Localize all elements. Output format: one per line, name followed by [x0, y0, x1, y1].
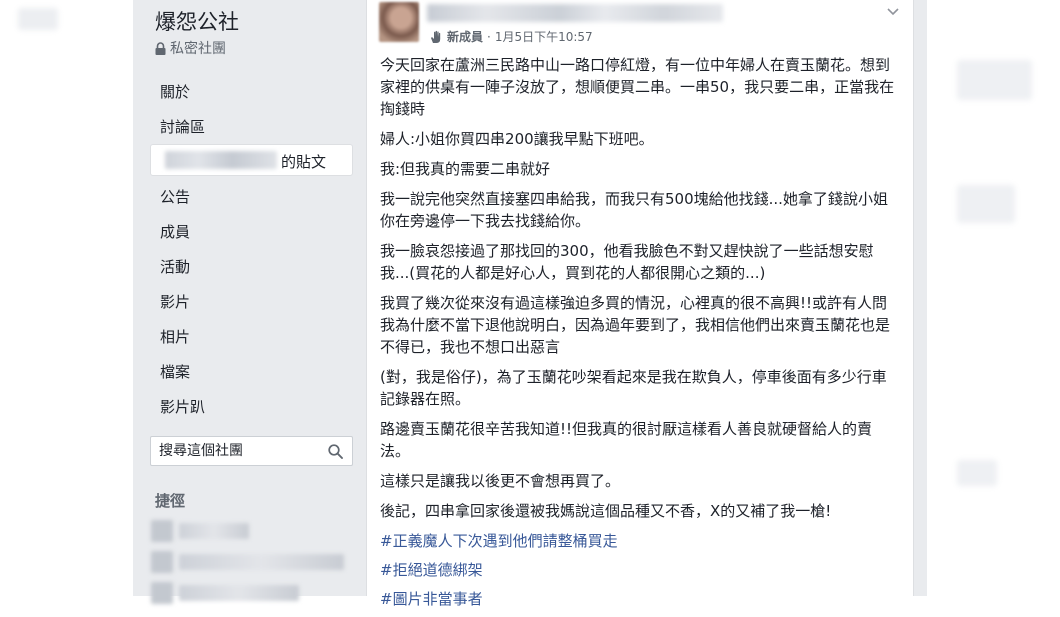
hashtag-link[interactable]: #正義魔人下次遇到他們請整桶買走: [380, 530, 900, 552]
wave-hand-icon: [431, 30, 441, 43]
sidebar-item-member-posts[interactable]: 的貼文: [150, 144, 353, 176]
sidebar-item-photos[interactable]: 相片: [160, 326, 190, 347]
blurred-member-name: [165, 151, 277, 169]
blurred-author-name[interactable]: [427, 4, 723, 22]
search-icon[interactable]: [328, 444, 343, 459]
post-paragraph: 後記，四串拿回家後還被我媽說這個品種又不香，X的又補了我一槍!: [380, 502, 832, 520]
sidebar-item-announcements[interactable]: 公告: [160, 186, 190, 207]
group-type-label: 私密社團: [170, 41, 226, 57]
post-paragraph: 今天回家在蘆洲三民路中山一路口停紅燈，有一位中年婦人在賣玉蘭花。想到家裡的供桌有…: [380, 56, 895, 118]
sidebar-item-events[interactable]: 活動: [160, 256, 190, 277]
post-paragraph: 我:但我真的需要二串就好: [380, 160, 551, 178]
post-timestamp[interactable]: 1月5日下午10:57: [495, 28, 593, 45]
blurred-shortcut-name: [179, 554, 344, 570]
sidebar-item-discussion[interactable]: 討論區: [160, 116, 205, 137]
post-paragraph: 婦人:小姐你買四串200讓我早點下班吧。: [380, 130, 654, 148]
blurred-shape: [18, 8, 58, 30]
post-paragraph: 我一說完他突然直接塞四串給我，而我只有500塊給他找錢...她拿了錢說小姐你在旁…: [380, 190, 888, 230]
blurred-shape: [957, 460, 997, 486]
blurred-shape: [957, 60, 1032, 100]
post-body: 今天回家在蘆洲三民路中山一路口停紅燈，有一位中年婦人在賣玉蘭花。想到家裡的供桌有…: [380, 54, 900, 617]
shortcut-avatar: [151, 551, 173, 573]
hashtag-link[interactable]: #拒絕道德綁架: [380, 559, 900, 581]
sidebar-item-videos[interactable]: 影片: [160, 291, 190, 312]
chevron-down-icon[interactable]: [887, 8, 899, 16]
group-privacy: 私密社團: [155, 38, 226, 58]
group-search: [150, 436, 353, 466]
post-paragraph: 這樣只是讓我以後更不會想再買了。: [380, 472, 621, 490]
hashtag-link[interactable]: #圖片非當事者: [380, 588, 900, 610]
separator-dot: ·: [487, 29, 491, 44]
sidebar-item-files[interactable]: 檔案: [160, 361, 190, 382]
post-paragraph: 路邊賣玉蘭花很辛苦我知道!!但我真的很討厭這樣看人善良就硬督給人的賣法。: [380, 420, 873, 460]
sidebar-item-watch-party[interactable]: 影片趴: [160, 396, 205, 417]
sidebar-item-label: 的貼文: [281, 153, 327, 171]
group-sidebar: 爆怨公社 私密社團 關於 討論區 的貼文 公告 成員 活動 影片 相片 檔案 影…: [133, 0, 366, 604]
blurred-shape: [957, 185, 1015, 223]
blurred-shortcut-name: [179, 585, 299, 601]
new-member-badge: 新成員: [447, 30, 484, 44]
post-paragraph: (對，我是俗仔)，為了玉蘭花吵架看起來是我在欺負人，停車後面有多少行車記錄器在照…: [380, 368, 887, 408]
group-name[interactable]: 爆怨公社: [155, 6, 239, 36]
shortcuts-heading: 捷徑: [155, 492, 186, 510]
post-meta: 新成員 · 1月5日下午10:57: [429, 28, 593, 45]
shortcut-avatar: [151, 520, 173, 542]
sidebar-item-members[interactable]: 成員: [160, 221, 190, 242]
shortcut-avatar: [151, 582, 173, 604]
lock-icon: [155, 41, 166, 55]
post-paragraph: 我買了幾次從來沒有過這樣強迫多買的情況，心裡真的很不高興!!或許有人問我為什麼不…: [380, 294, 891, 356]
group-search-input[interactable]: [159, 442, 319, 460]
post-card: 新成員 · 1月5日下午10:57 今天回家在蘆洲三民路中山一路口停紅燈，有一位…: [366, 0, 914, 608]
author-avatar[interactable]: [379, 2, 419, 42]
sidebar-item-about[interactable]: 關於: [160, 81, 190, 102]
right-blurred-background: [927, 0, 1060, 596]
left-blurred-background: [0, 0, 133, 596]
post-paragraph: 我一臉哀怨接過了那找回的300，他看我臉色不對又趕快說了一些話想安慰我...(買…: [380, 242, 874, 282]
blurred-shortcut-name: [179, 523, 249, 539]
